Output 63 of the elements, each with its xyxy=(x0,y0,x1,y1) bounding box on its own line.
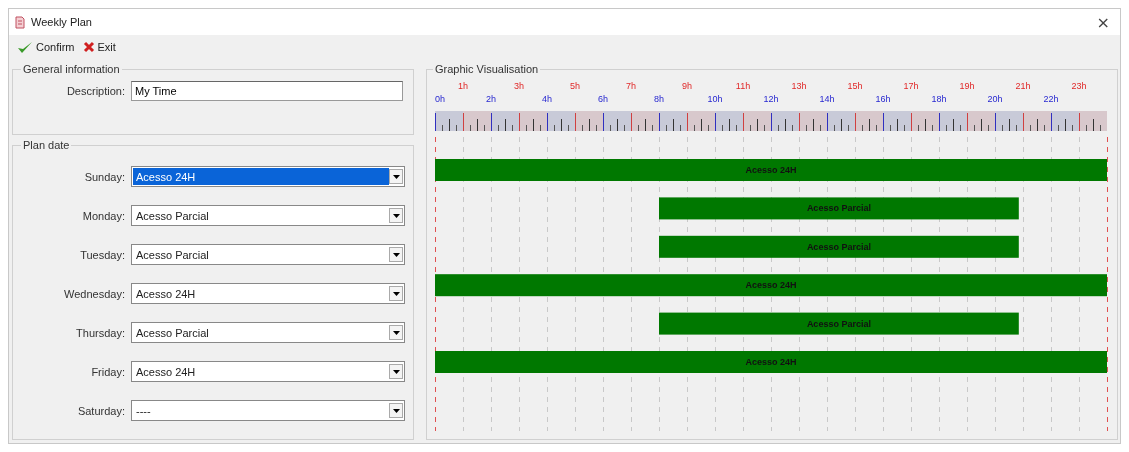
hour-label: 5h xyxy=(570,81,580,91)
hour-label: 22h xyxy=(1043,94,1059,104)
day-label: Monday: xyxy=(81,209,126,222)
hour-label: 6h xyxy=(598,94,608,104)
dropdown-value: Acesso Parcial xyxy=(135,247,210,263)
schedule-bar: Acesso Parcial xyxy=(659,197,1019,220)
hour-label: 19h xyxy=(959,81,975,91)
plan-dropdown[interactable]: Acesso Parcial xyxy=(131,205,405,226)
hour-label: 23h xyxy=(1071,81,1087,91)
confirm-button[interactable]: Confirm xyxy=(15,40,77,54)
schedule-bar: Acesso 24H xyxy=(435,351,1107,373)
plan-dropdown[interactable]: Acesso Parcial xyxy=(131,244,405,265)
hour-label: 16h xyxy=(875,94,891,104)
hour-label: 9h xyxy=(682,81,692,91)
plan-dropdown[interactable]: Acesso 24H xyxy=(131,283,405,304)
description-field[interactable]: My Time xyxy=(131,81,403,101)
plan-dropdown[interactable]: Acesso 24H xyxy=(131,361,405,382)
group-title: Plan date xyxy=(22,139,71,151)
group-title: Graphic Visualisation xyxy=(434,63,540,75)
dropdown-value: Acesso 24H xyxy=(135,364,197,380)
hour-label: 15h xyxy=(847,81,863,91)
hour-label: 3h xyxy=(514,81,524,91)
hour-label: 18h xyxy=(931,94,947,104)
day-label: Wednesday: xyxy=(63,287,126,300)
hour-label: 11h xyxy=(735,81,751,91)
cross-icon xyxy=(82,41,95,53)
schedule-bar: Acesso 24H xyxy=(435,274,1107,297)
plan-dropdown[interactable]: ---- xyxy=(131,400,405,421)
exit-button[interactable]: Exit xyxy=(80,41,118,53)
window-title: Weekly Plan xyxy=(31,16,93,28)
hour-label: 13h xyxy=(791,81,807,91)
dropdown-value: ---- xyxy=(135,403,152,419)
plan-dropdown[interactable]: Acesso Parcial xyxy=(131,322,405,343)
hour-label: 2h xyxy=(486,94,496,104)
document-icon xyxy=(15,15,25,29)
dropdown-value: Acesso 24H xyxy=(135,286,197,302)
hour-label: 17h xyxy=(903,81,919,91)
hour-label: 14h xyxy=(819,94,835,104)
hour-label: 10h xyxy=(707,94,723,104)
checkmark-icon xyxy=(17,40,33,54)
hour-label: 12h xyxy=(763,94,779,104)
hour-label: 1h xyxy=(458,81,468,91)
hour-label: 21h xyxy=(1015,81,1031,91)
field-label: Description: xyxy=(65,85,126,97)
schedule-bar: Acesso 24H xyxy=(435,159,1107,181)
hour-label: 4h xyxy=(542,94,552,104)
hour-label: 0h xyxy=(435,94,445,104)
dropdown-value: Acesso 24H xyxy=(133,168,389,185)
day-label: Sunday: xyxy=(83,170,126,183)
day-label: Friday: xyxy=(90,365,126,378)
close-button[interactable]: × xyxy=(1092,12,1114,32)
plan-dropdown[interactable]: Acesso 24H xyxy=(131,166,405,187)
hour-label: 20h xyxy=(987,94,1003,104)
group-title: General information xyxy=(22,63,121,75)
hour-label: 7h xyxy=(626,81,636,91)
day-label: Saturday: xyxy=(76,404,126,417)
schedule-bar: Acesso Parcial xyxy=(659,312,1019,335)
day-label: Thursday: xyxy=(75,326,126,339)
dropdown-value: Acesso Parcial xyxy=(135,325,210,341)
day-label: Tuesday: xyxy=(79,248,126,261)
hour-label: 8h xyxy=(654,94,664,104)
dropdown-value: Acesso Parcial xyxy=(135,208,210,224)
schedule-bar: Acesso Parcial xyxy=(659,235,1019,258)
